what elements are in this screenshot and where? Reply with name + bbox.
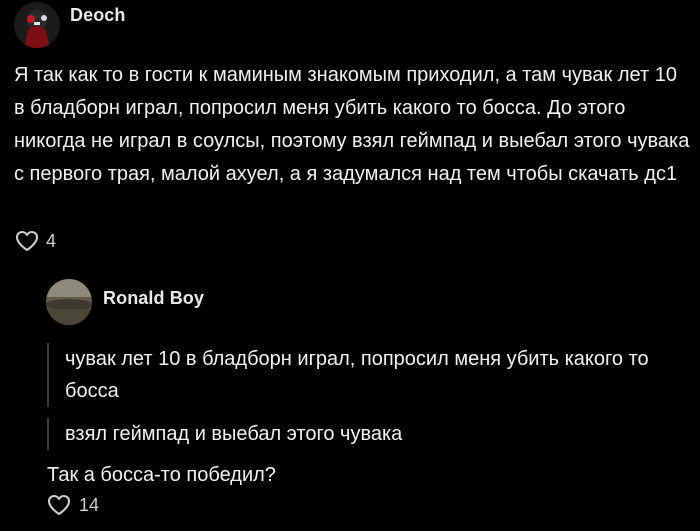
reply-header: Ronald Boy xyxy=(46,279,204,325)
avatar-image xyxy=(46,279,92,325)
quote-block: чувак лет 10 в бладборн играл, попросил … xyxy=(47,343,695,407)
like-button[interactable]: 14 xyxy=(47,494,99,516)
avatar-image xyxy=(14,2,60,48)
quote-text: взял геймпад и выебал этого чувака xyxy=(65,423,403,445)
like-button[interactable]: 4 xyxy=(15,230,56,252)
quote-block: взял геймпад и выебал этого чувака xyxy=(47,418,695,450)
quote-text: чувак лет 10 в бладборн играл, попросил … xyxy=(65,348,649,402)
heart-outline-icon xyxy=(15,230,39,252)
avatar[interactable] xyxy=(14,2,60,48)
like-count: 14 xyxy=(79,494,100,515)
comment-author[interactable]: Deoch xyxy=(70,5,126,26)
like-count: 4 xyxy=(46,230,57,251)
comment-thread: Deoch Я так как то в гости к маминым зна… xyxy=(0,0,700,531)
comment-text: Я так как то в гости к маминым знакомым … xyxy=(14,64,690,185)
comment-header: Deoch xyxy=(14,2,126,48)
avatar[interactable] xyxy=(46,279,92,325)
heart-outline-icon xyxy=(47,494,71,516)
reply-author[interactable]: Ronald Boy xyxy=(103,288,204,309)
reply-text: Так а босса-то победил? xyxy=(47,464,276,486)
